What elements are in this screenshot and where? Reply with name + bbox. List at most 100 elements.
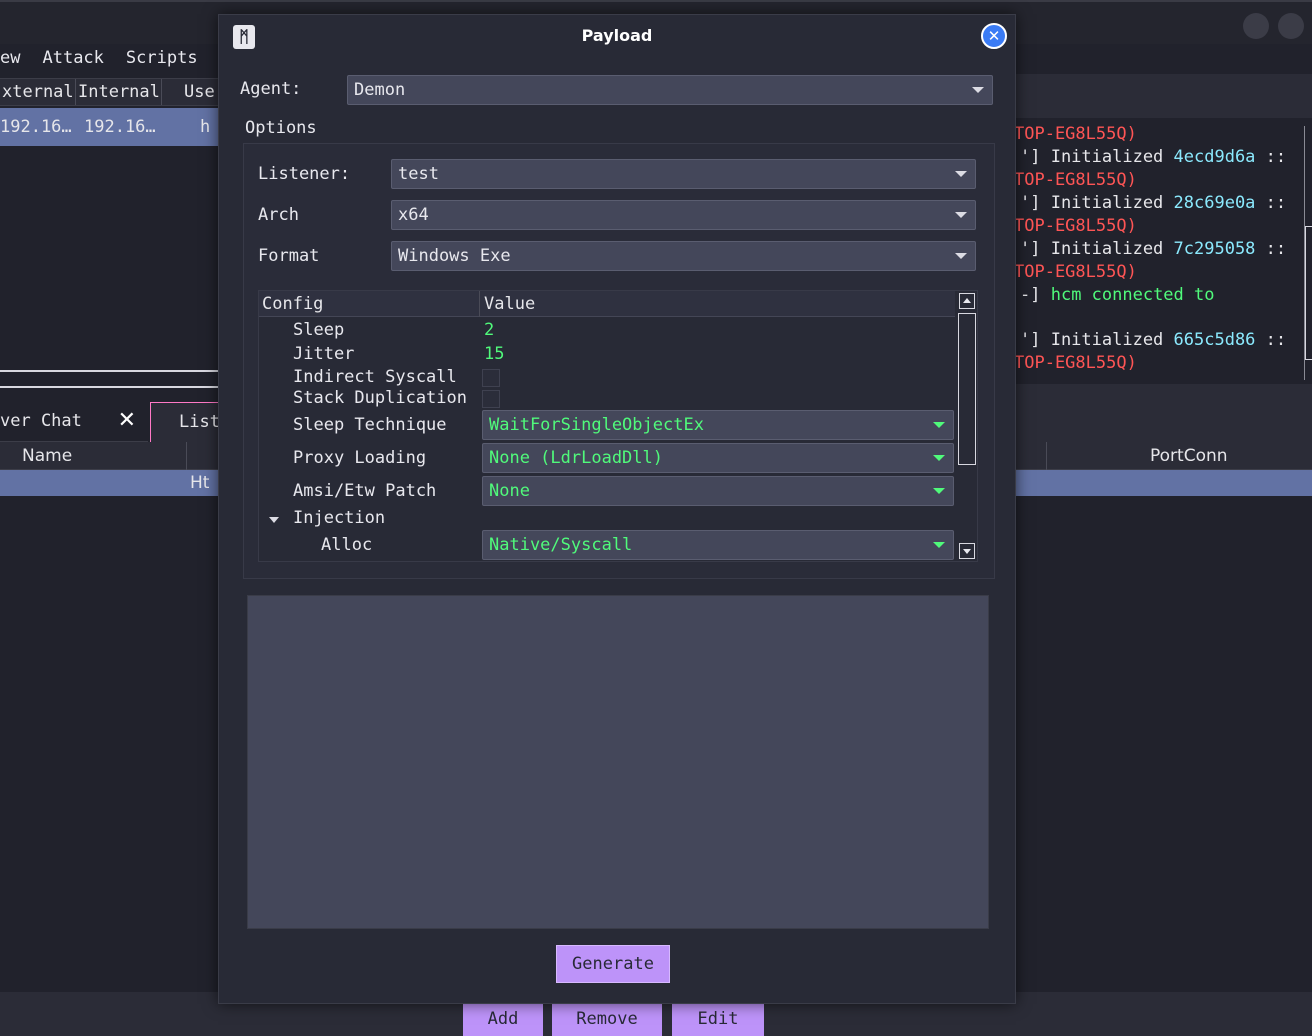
sleep-technique-select[interactable]: WaitForSingleObjectEx [482,410,954,440]
arch-label: Arch [258,205,299,225]
config-tree: Config Value Sleep 2 Jitter 15 Indirect … [258,290,978,562]
console-toolbar [1016,74,1312,118]
pane-splitter[interactable] [0,370,220,388]
listener-select[interactable]: test [391,159,976,189]
chevron-down-icon [933,422,945,428]
session-internal-ip: 192.16… [84,117,156,137]
bottom-tabs: ver Chat ✕ List [0,400,230,442]
column-separator [479,291,480,317]
col-user[interactable]: Use [162,79,220,105]
edit-button[interactable]: Edit [672,1002,764,1036]
generate-button[interactable]: Generate [556,945,670,983]
console-line: TOP-EG8L55Q) [1014,262,1137,282]
tab-listeners-label: List [179,412,220,432]
format-select[interactable]: Windows Exe [391,241,976,271]
col-name[interactable]: Name [22,442,72,470]
listener-table-header-right: PortConn [1016,442,1312,470]
add-button[interactable]: Add [463,1002,543,1036]
stack-duplication-label: Stack Duplication [293,388,467,408]
console-line: '] Initialized 28c69e0a :: [1020,193,1287,213]
dialog-titlebar[interactable]: ᛗ Payload ✕ [219,15,1015,57]
main-menubar: ew Attack Scripts [0,44,220,74]
menu-view[interactable]: ew [0,44,20,74]
expand-arrow-icon[interactable] [269,517,279,523]
col-portconn[interactable]: PortConn [1150,442,1228,470]
arch-select[interactable]: x64 [391,200,976,230]
sleep-label: Sleep [293,320,345,340]
maximize-button[interactable] [1278,13,1304,39]
session-table-header: xternal Internal Use [0,78,220,106]
sleep-value[interactable]: 2 [484,320,494,340]
col-value[interactable]: Value [484,291,535,317]
console-line: '] Initialized 7c295058 :: [1020,239,1287,259]
jitter-value[interactable]: 15 [484,344,504,364]
alloc-label: Alloc [321,535,373,555]
chevron-down-icon [933,542,945,548]
proxy-loading-value: None (LdrLoadDll) [489,448,663,468]
amsi-etw-patch-select[interactable]: None [482,476,954,506]
scrollbar-thumb[interactable] [1305,226,1312,360]
proxy-loading-select[interactable]: None (LdrLoadDll) [482,443,954,473]
options-label: Options [245,118,317,138]
console-line: TOP-EG8L55Q) [1014,170,1137,190]
scrollbar-thumb[interactable] [958,313,976,465]
indirect-syscall-label: Indirect Syscall [293,367,457,387]
scroll-up-icon[interactable] [959,293,975,309]
tab-bar-right [1016,384,1312,442]
event-console: TOP-EG8L55Q) '] Initialized 4ecd9d6a :: … [1014,122,1312,384]
sleep-technique-label: Sleep Technique [293,415,447,435]
listener-table-header-left: Name [0,442,220,470]
format-value: Windows Exe [398,246,511,266]
console-line: TOP-EG8L55Q) [1014,216,1137,236]
menu-attack[interactable]: Attack [42,44,103,74]
console-line: '] Initialized 665c5d86 :: [1020,330,1287,350]
chevron-down-icon [955,212,967,218]
sleep-technique-value: WaitForSingleObjectEx [489,415,704,435]
proxy-loading-label: Proxy Loading [293,448,427,468]
chevron-down-icon [933,488,945,494]
injection-label[interactable]: Injection [293,508,385,528]
listener-row-right[interactable] [1016,470,1312,496]
console-scrollbar[interactable] [1304,126,1312,380]
tab-server-chat[interactable]: ver Chat ✕ [0,400,148,442]
session-row[interactable]: 192.16… 192.16… h [0,108,220,146]
stack-duplication-checkbox[interactable] [482,390,500,408]
column-separator [1046,442,1047,470]
session-external-ip: 192.16… [0,117,72,137]
console-line: '] Initialized 4ecd9d6a :: [1020,147,1287,167]
listener-label: Listener: [258,164,351,184]
console-line: TOP-EG8L55Q) [1014,124,1137,144]
agent-value: Demon [354,80,406,100]
close-icon[interactable]: ✕ [981,23,1007,49]
listener-protocol: Ht [190,473,210,493]
scroll-down-icon[interactable] [959,543,975,559]
chevron-down-icon [972,87,984,93]
config-tree-scrollbar[interactable] [957,291,977,561]
indirect-syscall-checkbox[interactable] [482,369,500,387]
tab-server-chat-label: ver Chat [0,410,82,431]
col-external[interactable]: xternal [0,79,76,105]
close-icon[interactable]: ✕ [118,408,136,433]
remove-button[interactable]: Remove [552,1002,662,1036]
amsi-etw-patch-label: Amsi/Etw Patch [293,481,437,501]
column-separator [186,442,187,470]
col-config[interactable]: Config [262,291,323,317]
config-tree-header: Config Value [259,291,955,317]
payload-output-textarea[interactable] [247,595,989,929]
chevron-down-icon [955,171,967,177]
menu-scripts[interactable]: Scripts [126,44,198,74]
format-label: Format [258,246,320,266]
col-internal[interactable]: Internal [76,79,162,105]
console-line: -] hcm connected to [1020,285,1215,305]
alloc-select[interactable]: Native/Syscall [482,530,954,560]
minimize-button[interactable] [1243,13,1269,39]
listener-row[interactable]: Ht [0,470,220,496]
agent-select[interactable]: Demon [347,75,993,105]
amsi-etw-patch-value: None [489,481,530,501]
session-user: h [200,117,211,137]
chevron-down-icon [955,253,967,259]
jitter-label: Jitter [293,344,355,364]
console-line: TOP-EG8L55Q) [1014,353,1137,373]
arch-value: x64 [398,205,429,225]
agent-label: Agent: [240,79,302,99]
